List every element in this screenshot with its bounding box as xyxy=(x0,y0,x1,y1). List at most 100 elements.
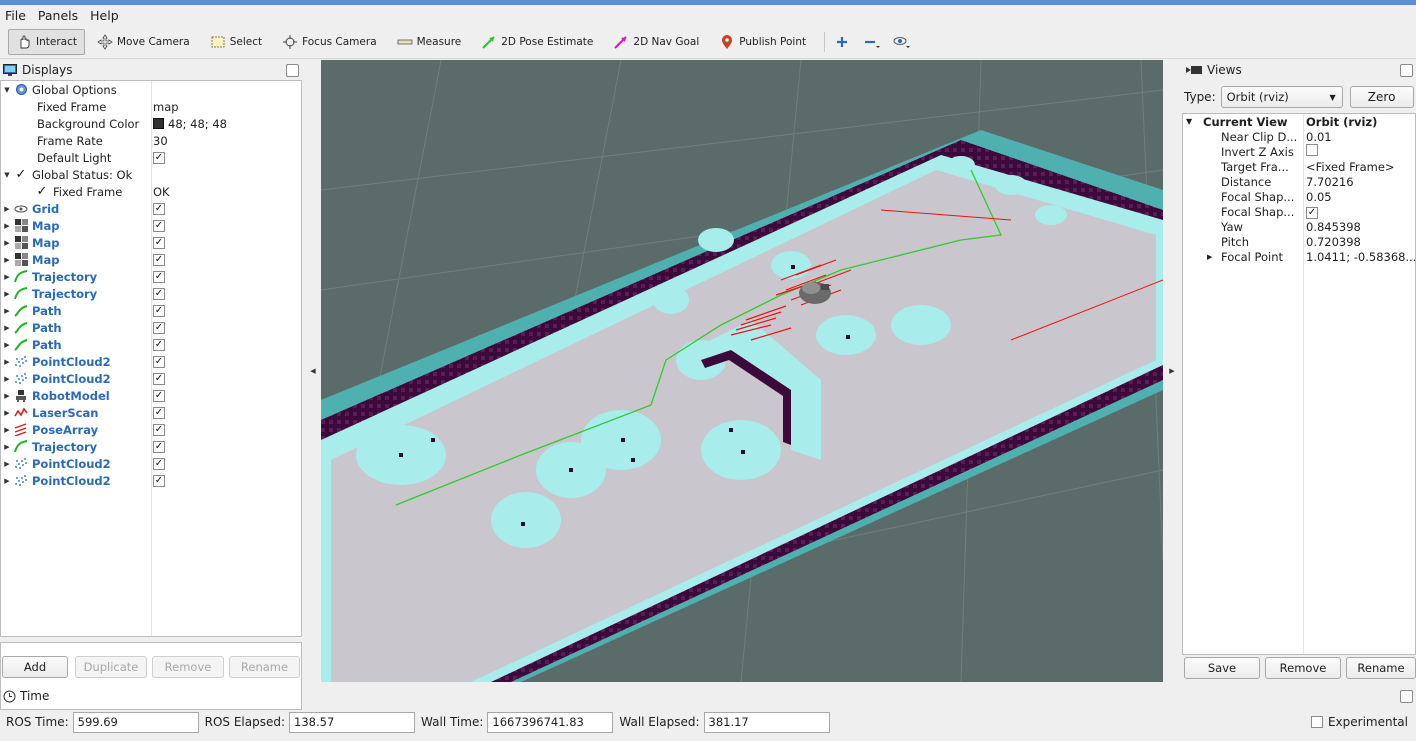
display-item[interactable]: ▶ Map ✓ xyxy=(1,217,301,234)
invert-z-checkbox[interactable] xyxy=(1306,144,1318,156)
display-enable-checkbox[interactable]: ✓ xyxy=(153,287,165,300)
view-type-select[interactable]: Orbit (rviz) ▼ xyxy=(1220,86,1343,108)
view-prop-row[interactable]: Pitch 0.720398 xyxy=(1183,234,1415,249)
expand-down-icon[interactable]: ▼ xyxy=(1,86,13,94)
display-item[interactable]: ▶ Map ✓ xyxy=(1,251,301,268)
duplicate-display-button[interactable]: Duplicate xyxy=(75,656,147,678)
wall-elapsed-field[interactable]: 381.17 xyxy=(703,711,830,733)
expand-right-icon[interactable]: ▶ xyxy=(1,409,13,417)
displays-float-button[interactable] xyxy=(286,63,299,77)
view-prop-value[interactable]: <Fixed Frame> xyxy=(1306,160,1395,174)
expand-right-icon[interactable]: ▶ xyxy=(1,375,13,383)
wall-time-field[interactable]: 1667396741.83 xyxy=(487,711,614,733)
expand-right-icon[interactable]: ▶ xyxy=(1,460,13,468)
experimental-checkbox[interactable] xyxy=(1310,716,1323,728)
display-item[interactable]: ▶ PointCloud2 ✓ xyxy=(1,455,301,472)
menu-panels[interactable]: Panels xyxy=(38,8,78,23)
global-status-row[interactable]: ▼ ✓ Global Status: Ok xyxy=(1,166,301,183)
display-item[interactable]: ▶ Path ✓ xyxy=(1,336,301,353)
display-enable-checkbox[interactable]: ✓ xyxy=(153,457,165,470)
display-enable-checkbox[interactable]: ✓ xyxy=(153,372,165,385)
expand-right-icon[interactable]: ▶ xyxy=(1,273,13,281)
move-camera-button[interactable]: Move Camera xyxy=(89,29,198,55)
measure-button[interactable]: Measure xyxy=(389,29,470,55)
remove-tool-button[interactable] xyxy=(861,29,887,55)
time-float-button[interactable] xyxy=(1400,689,1413,703)
display-item[interactable]: ▶ PointCloud2 ✓ xyxy=(1,370,301,387)
display-enable-checkbox[interactable]: ✓ xyxy=(153,423,165,436)
focal-shape-checkbox[interactable]: ✓ xyxy=(1306,207,1318,219)
display-enable-checkbox[interactable]: ✓ xyxy=(153,355,165,368)
display-enable-checkbox[interactable]: ✓ xyxy=(153,406,165,419)
nav-goal-button[interactable]: 2D Nav Goal xyxy=(605,29,707,55)
publish-point-button[interactable]: Publish Point xyxy=(711,29,814,55)
pose-estimate-button[interactable]: 2D Pose Estimate xyxy=(473,29,601,55)
display-item[interactable]: ▶ Grid ✓ xyxy=(1,200,301,217)
display-enable-checkbox[interactable]: ✓ xyxy=(153,389,165,402)
focus-camera-button[interactable]: Focus Camera xyxy=(274,29,385,55)
expand-right-icon[interactable]: ▶ xyxy=(1,443,13,451)
display-enable-checkbox[interactable]: ✓ xyxy=(153,219,165,232)
view-prop-value[interactable]: 0.05 xyxy=(1306,190,1332,204)
render-viewport[interactable] xyxy=(321,60,1163,682)
display-item[interactable]: ▶ Map ✓ xyxy=(1,234,301,251)
menu-help[interactable]: Help xyxy=(90,8,119,23)
expand-right-icon[interactable]: ▶ xyxy=(1,324,13,332)
view-prop-row[interactable]: Yaw 0.845398 xyxy=(1183,219,1415,234)
display-enable-checkbox[interactable]: ✓ xyxy=(153,338,165,351)
expand-right-icon[interactable]: ▶ xyxy=(1,426,13,434)
default-light-row[interactable]: Default Light ✓ xyxy=(1,149,301,166)
expand-right-icon[interactable]: ▶ xyxy=(1207,253,1212,261)
display-item[interactable]: ▶ PointCloud2 ✓ xyxy=(1,472,301,489)
expand-down-icon[interactable]: ▼ xyxy=(1186,117,1192,126)
view-prop-value[interactable]: 0.720398 xyxy=(1306,235,1361,249)
view-prop-row[interactable]: Invert Z Axis xyxy=(1183,144,1415,159)
display-enable-checkbox[interactable]: ✓ xyxy=(153,236,165,249)
view-prop-row[interactable]: ▶ Focal Point 1.0411; -0.58368... xyxy=(1183,249,1415,264)
remove-view-button[interactable]: Remove xyxy=(1265,657,1341,679)
frame-rate-row[interactable]: Frame Rate 30 xyxy=(1,132,301,149)
view-prop-row[interactable]: Target Fra... <Fixed Frame> xyxy=(1183,159,1415,174)
background-color-value[interactable]: 48; 48; 48 xyxy=(153,117,227,131)
expand-right-icon[interactable]: ▶ xyxy=(1,392,13,400)
rename-view-button[interactable]: Rename xyxy=(1346,657,1416,679)
current-view-row[interactable]: ▼ Current View Orbit (rviz) xyxy=(1183,114,1415,129)
left-collapse-handle[interactable]: ◀ xyxy=(304,60,322,682)
display-item[interactable]: ▶ PointCloud2 ✓ xyxy=(1,353,301,370)
display-enable-checkbox[interactable]: ✓ xyxy=(153,321,165,334)
display-item[interactable]: ▶ Trajectory ✓ xyxy=(1,268,301,285)
display-item[interactable]: ▶ LaserScan ✓ xyxy=(1,404,301,421)
experimental-option[interactable]: Experimental xyxy=(1310,715,1408,729)
display-item[interactable]: ▶ PoseArray ✓ xyxy=(1,421,301,438)
display-enable-checkbox[interactable]: ✓ xyxy=(153,474,165,487)
display-enable-checkbox[interactable]: ✓ xyxy=(153,253,165,266)
view-prop-value[interactable]: 7.70216 xyxy=(1306,175,1354,189)
expand-right-icon[interactable]: ▶ xyxy=(1,307,13,315)
expand-right-icon[interactable]: ▶ xyxy=(1,290,13,298)
save-view-button[interactable]: Save xyxy=(1184,657,1260,679)
view-prop-row[interactable]: Distance 7.70216 xyxy=(1183,174,1415,189)
expand-right-icon[interactable]: ▶ xyxy=(1,341,13,349)
frame-rate-value[interactable]: 30 xyxy=(153,134,168,148)
expand-right-icon[interactable]: ▶ xyxy=(1,205,13,213)
ros-time-field[interactable]: 599.69 xyxy=(72,711,199,733)
display-enable-checkbox[interactable]: ✓ xyxy=(153,304,165,317)
expand-right-icon[interactable]: ▶ xyxy=(1,222,13,230)
remove-display-button[interactable]: Remove xyxy=(152,656,224,678)
zero-view-button[interactable]: Zero xyxy=(1349,86,1414,108)
global-options-row[interactable]: ▼ Global Options xyxy=(1,81,301,98)
view-prop-row[interactable]: Focal Shap... ✓ xyxy=(1183,204,1415,219)
interact-button[interactable]: Interact xyxy=(8,28,85,55)
rename-display-button[interactable]: Rename xyxy=(229,656,300,678)
views-float-button[interactable] xyxy=(1400,63,1413,77)
view-tool-button[interactable] xyxy=(891,29,917,55)
ros-elapsed-field[interactable]: 138.57 xyxy=(289,711,416,733)
expand-right-icon[interactable]: ▶ xyxy=(1,358,13,366)
add-tool-button[interactable] xyxy=(831,29,857,55)
display-item[interactable]: ▶ Path ✓ xyxy=(1,319,301,336)
display-enable-checkbox[interactable]: ✓ xyxy=(153,270,165,283)
expand-down-icon[interactable]: ▼ xyxy=(1,171,13,179)
view-prop-row[interactable]: Focal Shap... 0.05 xyxy=(1183,189,1415,204)
select-button[interactable]: Select xyxy=(202,29,270,55)
expand-right-icon[interactable]: ▶ xyxy=(1,239,13,247)
